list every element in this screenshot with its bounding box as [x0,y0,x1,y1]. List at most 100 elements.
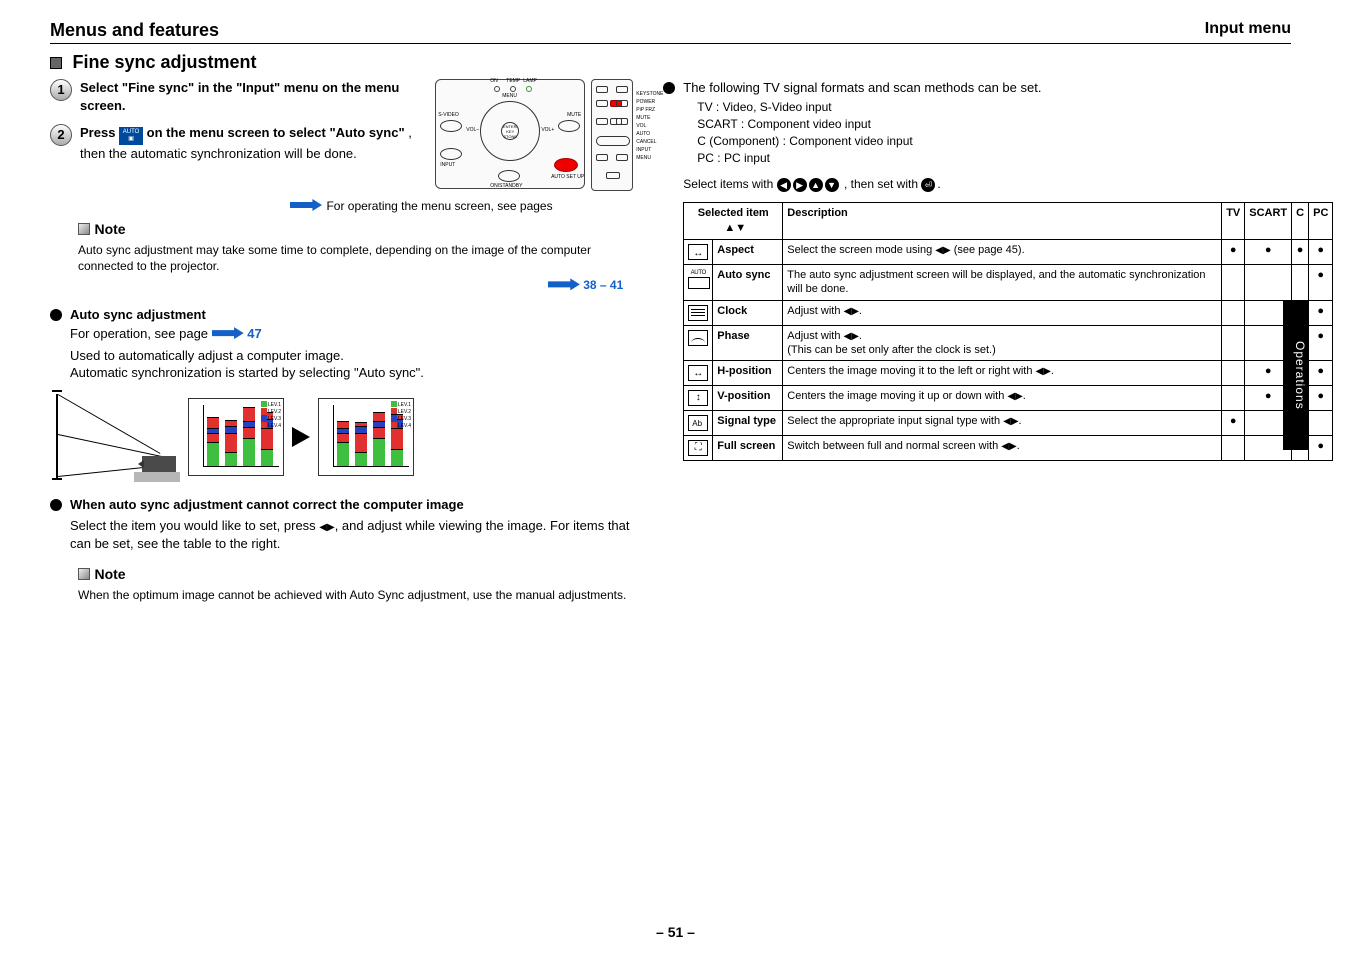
th-scart: SCART [1245,203,1292,240]
mute-button [558,120,580,132]
table-row: Signal type Select the appropriate input … [684,411,1333,436]
diagram-row: LEV.1LEV.2LEV.3LEV.4 LEV.1LEV.2LEV.3LEV.… [50,392,633,482]
table-row: H-positionCenters the image moving it to… [684,361,1333,386]
right-column: The following TV signal formats and scan… [663,79,1333,604]
harrow-icon [688,365,708,381]
row-desc: Switch between full and normal screen wi… [783,436,1222,461]
left-right-keys-icon [319,518,334,533]
row-pc: ● [1309,436,1333,461]
step1-text: Select "Fine sync" in the "Input" menu o… [80,79,417,114]
row-pc: ● [1309,265,1333,301]
table-row: Clock Adjust with . ● [684,300,1333,325]
bullet-icon [50,309,62,321]
th-pc: PC [1309,203,1333,240]
auto-icon [688,269,708,285]
down-key-icon: ▼ [825,178,839,192]
left-key-icon: ◀ [777,178,791,192]
remote-btn [616,86,628,93]
row-tv: ● [1222,411,1245,436]
row-item: Aspect [717,244,754,256]
table-row: Phase Adjust with .(This can be set only … [684,325,1333,361]
device-illustration: ON TEMP LAMP S-VIDEO MUTE INPUT AUTO SET… [435,79,633,191]
projector-diagram [50,392,180,482]
right-arrow-icon [548,278,580,290]
row-pc: ● [1309,386,1333,411]
row-item: Auto sync [717,269,770,281]
left-right-keys-icon [844,305,859,317]
keys-instruction: Select items with ◀▶▲▼ , then set with ⏎… [683,176,1333,192]
bullet-icon [50,499,62,511]
bullet-icon [663,82,675,94]
note1-title: Note [94,221,125,237]
standby-button [498,170,520,182]
remote-control: KEYSTONEPOWERPiP FRZMUTEVOLAUTOCANCELINP… [591,79,633,191]
remote-btn [616,100,628,107]
down-key-icon: ▼ [735,222,746,234]
row-desc: Adjust with .(This can be set only after… [783,325,1222,361]
auto-setup-button [554,158,578,172]
wave-icon [688,330,708,346]
right-arrow-icon [212,327,244,339]
fine-sync-table: Selected item ▲▼ Description TV SCART C … [683,202,1333,461]
row-item: H-position [717,365,771,377]
remote-btn [606,172,620,179]
remote-btn [596,118,608,125]
row-pc: ● [1309,361,1333,386]
row-tv [1222,300,1245,325]
side-tab: Operations [1283,300,1309,450]
right-intro: The following TV signal formats and scan… [683,79,1333,97]
list-item: TV : Video, S-Video input [697,99,1333,115]
step-number-2: 2 [50,124,72,146]
section-title: Fine sync adjustment [72,52,256,73]
page-ref: 38 – 41 [583,278,623,292]
row-item: Phase [717,330,749,342]
left-column: 1 Select "Fine sync" in the "Input" menu… [50,79,633,604]
svideo-button [440,120,462,132]
enter-keystone-button: ENTER/KEYSTONE [501,122,519,140]
right-key-icon: ▶ [793,178,807,192]
row-scart: ● [1245,240,1292,265]
step2-text: Press AUTO▣ on the menu screen to select… [80,124,417,163]
list-item: C (Component) : Component video input [697,133,1333,149]
step-number-1: 1 [50,79,72,101]
signal-type-list: TV : Video, S-Video input SCART : Compon… [697,99,1333,167]
row-tv [1222,361,1245,386]
bar-chart-after: LEV.1LEV.2LEV.3LEV.4 [318,398,414,476]
row-item: Signal type [717,415,776,427]
table-row: Full screenSwitch between full and norma… [684,436,1333,461]
arrow-caption: For operating the menu screen, see pages [326,199,552,213]
table-row: AspectSelect the screen mode using (see … [684,240,1333,265]
section-heading: Fine sync adjustment [50,52,1291,73]
row-tv [1222,386,1245,411]
remote-btn [616,118,628,125]
th-selected: Selected item ▲▼ [684,203,783,240]
row-desc: The auto sync adjustment screen will be … [783,265,1222,301]
square-bullet-icon [50,57,62,69]
th-desc: Description [783,203,1222,240]
row-pc: ● [1309,300,1333,325]
auto-sync-icon: AUTO▣ [119,127,143,145]
note2-body: When the optimum image cannot be achieve… [78,587,633,603]
row-desc: Select the appropriate input signal type… [783,411,1222,436]
note-icon [78,223,90,235]
page-number: 51 [0,924,1351,940]
autosync-heading: Auto sync adjustment For operation, see … [70,306,424,382]
row-desc: Adjust with . [783,300,1222,325]
breadcrumb: Menus and features [50,20,219,40]
row-item: Clock [717,305,747,317]
row-pc [1309,411,1333,436]
right-arrow-icon [290,199,322,211]
remote-vol [596,136,630,146]
note-icon [78,568,90,580]
projector-control-panel: ON TEMP LAMP S-VIDEO MUTE INPUT AUTO SET… [435,79,585,189]
up-key-icon: ▲ [809,178,823,192]
th-tv: TV [1222,203,1245,240]
varrow-icon [688,390,708,406]
list-item: SCART : Component video input [697,116,1333,132]
left-right-keys-icon [935,244,950,256]
header-title: Input menu [1205,20,1291,38]
row-tv [1222,265,1245,301]
row-scart [1245,265,1292,301]
input-button [440,148,462,160]
table-row: V-positionCenters the image moving it up… [684,386,1333,411]
